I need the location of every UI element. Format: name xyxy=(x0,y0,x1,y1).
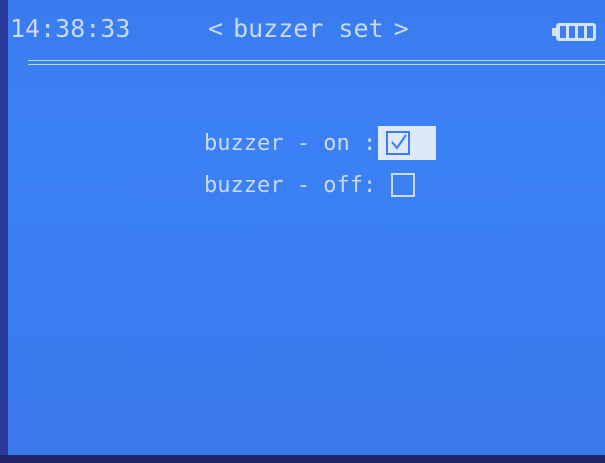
option-buzzer-off[interactable]: buzzer - off: xyxy=(204,168,426,202)
selection-highlight[interactable] xyxy=(378,126,437,160)
device-bezel-left xyxy=(0,0,8,463)
lcd-screen: 14:38:33 < buzzer set > buzzer - on : bu… xyxy=(8,0,605,455)
buzzer-off-checkbox[interactable] xyxy=(391,173,416,197)
option-label: buzzer - off: xyxy=(204,172,377,198)
buzzer-options: buzzer - on : buzzer - off: xyxy=(8,0,605,455)
buzzer-on-checkbox[interactable] xyxy=(386,131,411,155)
checkbox-container[interactable] xyxy=(380,168,426,202)
option-label: buzzer - on : xyxy=(204,130,377,156)
device-bezel-bottom xyxy=(0,455,605,463)
checkmark-icon xyxy=(391,134,408,150)
option-buzzer-on[interactable]: buzzer - on : xyxy=(204,126,437,160)
